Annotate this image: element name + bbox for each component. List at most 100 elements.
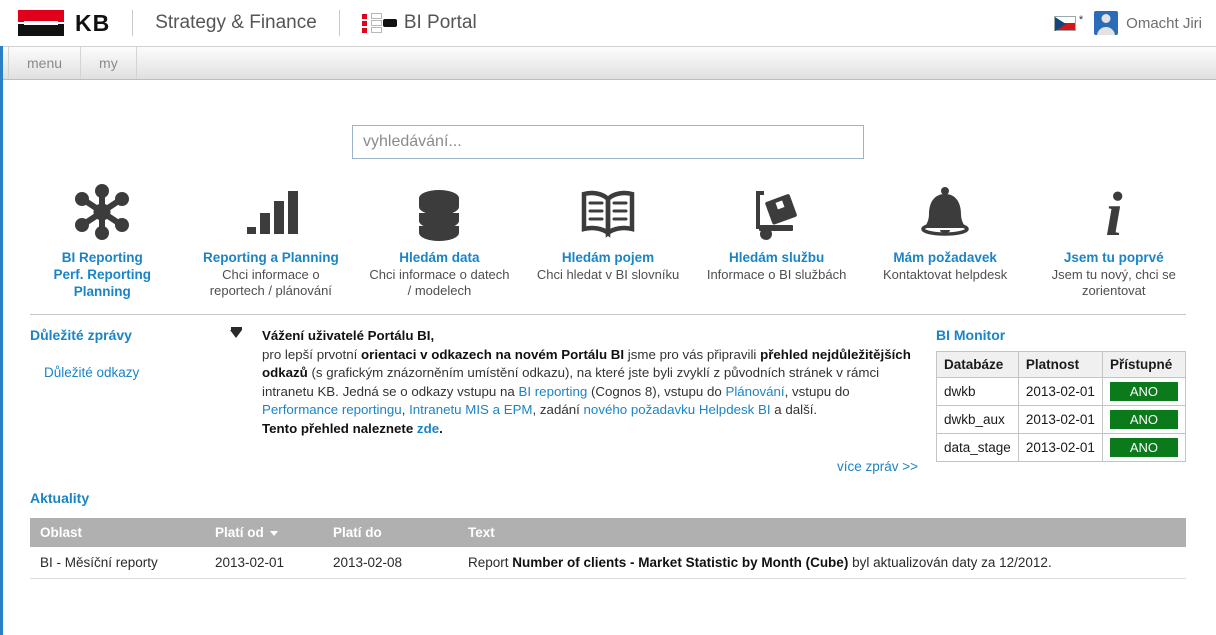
table-row: dwkb_aux 2013-02-01 ANO bbox=[936, 405, 1187, 434]
table-header-row: Databáze Platnost Přístupné bbox=[936, 351, 1187, 378]
quick-link-hledam-sluzbu[interactable]: Hledám službu Informace o BI službách bbox=[692, 179, 861, 300]
col-plati-od-label: Platí od bbox=[215, 525, 264, 540]
collapse-triangle bbox=[230, 330, 242, 338]
portal-node-icon bbox=[382, 19, 397, 27]
quick-link-reporting-planning[interactable]: Reporting a Planning Chci informace o re… bbox=[187, 179, 356, 300]
col-plati-od[interactable]: Platí od bbox=[205, 518, 323, 547]
svg-text:i: i bbox=[1105, 183, 1122, 241]
portal-box-2 bbox=[370, 20, 382, 26]
col-text[interactable]: Text bbox=[458, 518, 1186, 547]
user-avatar-icon[interactable] bbox=[1094, 11, 1119, 35]
czech-flag-icon[interactable]: * bbox=[1054, 14, 1083, 31]
quick-link-title: Hledám pojem bbox=[561, 250, 655, 265]
quick-link-title: Reporting a Planning bbox=[202, 250, 339, 265]
news-item: Vážení uživatelé Portálu BI, pro lepší p… bbox=[230, 327, 918, 438]
link-planovani[interactable]: Plánování bbox=[725, 384, 784, 399]
quick-link-subtitle: Chci informace o reportech / plánování bbox=[209, 267, 332, 298]
quick-link-subtitle: Kontaktovat helpdesk bbox=[883, 267, 1008, 282]
aktuality-heading: Aktuality bbox=[30, 490, 90, 506]
status-badge: ANO bbox=[1109, 382, 1178, 401]
bi-portal-title: BI Portal bbox=[403, 12, 477, 33]
aktuality-section: Aktuality Oblast Platí od Platí do Text … bbox=[0, 476, 1216, 579]
news-p1g: , vstupu do bbox=[784, 383, 850, 399]
portal-box-1 bbox=[370, 13, 382, 19]
left-panel: Důležité zprávy Důležité odkazy bbox=[30, 327, 230, 476]
quick-link-hledam-data[interactable]: Hledám data Chci informace o datech / mo… bbox=[355, 179, 524, 300]
news-p1f: (Cognos 8), vstupu do bbox=[587, 383, 726, 399]
kb-logo-bottom bbox=[18, 23, 64, 36]
bi-portal-diagram-icon bbox=[361, 11, 397, 35]
link-zde[interactable]: zde bbox=[417, 421, 439, 436]
news-p1j: a další. bbox=[770, 402, 818, 417]
portal-dot-3 bbox=[361, 28, 367, 33]
bar-chart-icon bbox=[191, 179, 352, 241]
col-oblast[interactable]: Oblast bbox=[30, 518, 205, 547]
search-input[interactable] bbox=[352, 125, 864, 159]
table-row: BI - Měsíční reporty 2013-02-01 2013-02-… bbox=[30, 547, 1186, 579]
quick-link-title: Mám požadavek bbox=[893, 250, 997, 265]
search-area bbox=[0, 80, 1216, 159]
important-news-heading: Důležité zprávy bbox=[30, 327, 132, 343]
quick-link-subtitle: Jsem tu nový, chci se zorientovat bbox=[1051, 267, 1176, 298]
quick-link-subtitle: Chci hledat v BI slovníku bbox=[536, 267, 680, 282]
status-badge: ANO bbox=[1109, 438, 1178, 457]
portal-dot-2 bbox=[361, 21, 367, 26]
database-icon bbox=[359, 179, 520, 241]
tab-my[interactable]: my bbox=[81, 47, 137, 79]
quick-link-jsem-tu-poprve[interactable]: i Jsem tu poprvé Jsem tu nový, chci se z… bbox=[1029, 179, 1198, 300]
col-plati-do[interactable]: Platí do bbox=[323, 518, 458, 547]
portal-box-3 bbox=[370, 27, 382, 33]
sort-descending-icon bbox=[269, 530, 278, 536]
table-row: data_stage 2013-02-01 ANO bbox=[936, 433, 1187, 462]
news-panel: Vážení uživatelé Portálu BI, pro lepší p… bbox=[230, 327, 936, 476]
news-salutation: Vážení uživatelé Portálu BI, bbox=[262, 328, 435, 343]
bi-monitor-panel: BI Monitor Databáze Platnost Přístupné d… bbox=[936, 327, 1187, 476]
quick-link-title: BI Reporting Perf. Reporting Planning bbox=[53, 250, 152, 299]
kb-logo-icon[interactable] bbox=[18, 10, 64, 36]
left-accent-rail bbox=[0, 46, 3, 635]
link-bi-reporting[interactable]: BI reporting bbox=[519, 384, 588, 399]
cell-validity: 2013-02-01 bbox=[1017, 433, 1103, 462]
bell-icon bbox=[865, 179, 1026, 241]
cell-database: dwkb bbox=[936, 377, 1019, 406]
important-links-label[interactable]: Důležité odkazy bbox=[30, 365, 139, 380]
cell-validity: 2013-02-01 bbox=[1017, 377, 1103, 406]
link-intranet-mis-epm[interactable]: Intranetu MIS a EPM bbox=[409, 402, 532, 417]
news-body: Vážení uživatelé Portálu BI, pro lepší p… bbox=[262, 327, 918, 438]
news-p1b: orientaci v odkazech na novém Portálu BI bbox=[361, 346, 625, 362]
quick-link-bi-reporting[interactable]: BI Reporting Perf. Reporting Planning bbox=[18, 179, 187, 300]
quick-link-subtitle: Informace o BI službách bbox=[706, 267, 847, 282]
link-novy-pozadavek-helpdesk[interactable]: nového požadavku Helpdesk BI bbox=[584, 402, 771, 417]
quick-link-mam-pozadavek[interactable]: Mám požadavek Kontaktovat helpdesk bbox=[861, 179, 1030, 300]
user-name-label[interactable]: Omacht Jiri bbox=[1126, 15, 1208, 32]
more-news-link[interactable]: více zpráv >> bbox=[837, 459, 918, 474]
header-right-group: * Omacht Jiri bbox=[1054, 0, 1208, 46]
main-menu-bar: menu my bbox=[0, 46, 1216, 80]
quick-link-title: Hledám službu bbox=[728, 250, 825, 265]
cell-plati-do: 2013-02-08 bbox=[323, 547, 458, 579]
cell-text-c: byl aktualizován daty za 12/2012. bbox=[848, 555, 1052, 570]
cell-accessible: ANO bbox=[1101, 377, 1187, 406]
link-performance-reporting[interactable]: Performance reportingu bbox=[262, 402, 402, 417]
col-pristupne: Přístupné bbox=[1101, 351, 1187, 378]
status-badge: ANO bbox=[1109, 410, 1178, 429]
network-nodes-icon bbox=[22, 179, 183, 241]
flag-blue-triangle bbox=[1055, 16, 1067, 31]
news-p1a: pro lepší prvotní bbox=[262, 346, 362, 362]
cell-text-a: Report bbox=[468, 555, 513, 570]
news-closing-a: Tento přehled naleznete bbox=[262, 420, 417, 436]
news-collapse-cell[interactable] bbox=[230, 327, 262, 338]
bi-monitor-heading: BI Monitor bbox=[936, 327, 1006, 343]
news-closing-b: . bbox=[439, 420, 443, 436]
header-divider-2 bbox=[338, 10, 340, 36]
cell-accessible: ANO bbox=[1101, 433, 1187, 462]
aktuality-table: Oblast Platí od Platí do Text BI - Měsíč… bbox=[30, 518, 1186, 579]
quick-link-title: Jsem tu poprvé bbox=[1063, 250, 1164, 265]
important-links-row[interactable]: Důležité odkazy bbox=[30, 365, 230, 380]
tab-menu[interactable]: menu bbox=[8, 47, 82, 79]
header-divider-1 bbox=[132, 10, 134, 36]
cell-database: data_stage bbox=[936, 433, 1019, 462]
kb-wordmark: KB bbox=[75, 9, 111, 36]
main-content: Důležité zprávy Důležité odkazy Vážení u… bbox=[0, 315, 1216, 476]
quick-link-hledam-pojem[interactable]: Hledám pojem Chci hledat v BI slovníku bbox=[524, 179, 693, 300]
